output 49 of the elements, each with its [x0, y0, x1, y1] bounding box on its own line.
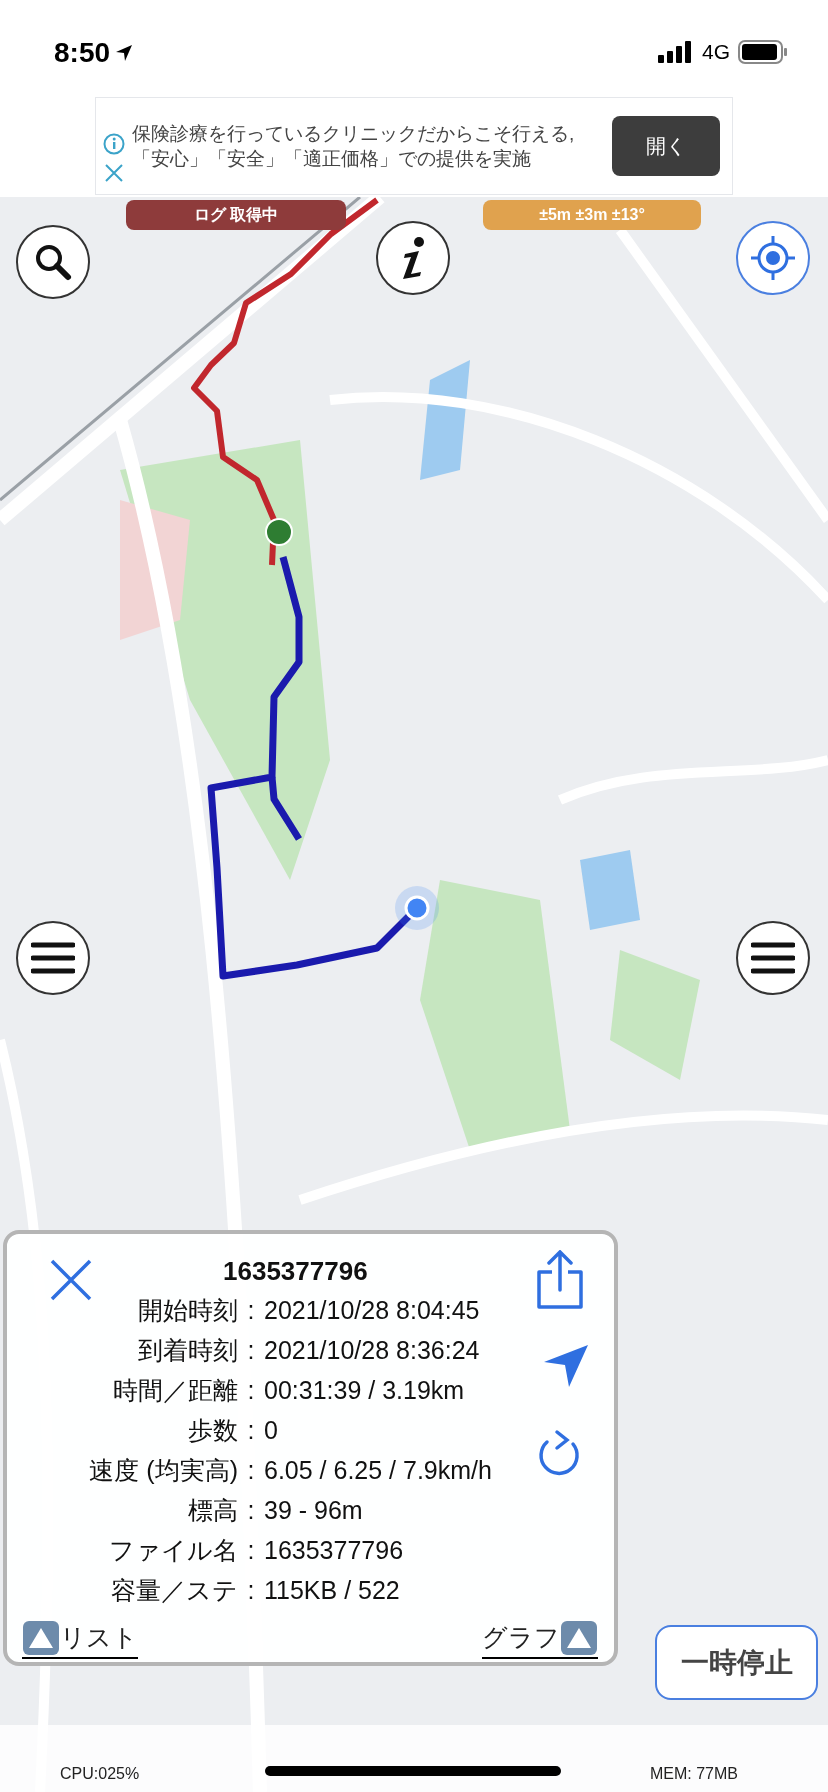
- field-value: 0: [264, 1415, 278, 1446]
- network-label: 4G: [702, 39, 730, 65]
- field-label: 容量／ステ: [110, 1575, 238, 1606]
- close-icon[interactable]: [104, 163, 124, 183]
- field-label: 速度 (均実高): [88, 1455, 238, 1486]
- field-label: ファイル名: [108, 1535, 238, 1566]
- cpu-usage: CPU:025%: [60, 1764, 140, 1784]
- separator: :: [246, 1575, 256, 1606]
- navigation-arrow-icon[interactable]: [543, 1344, 589, 1388]
- location-arrow-icon: [114, 43, 135, 63]
- separator: :: [246, 1295, 256, 1326]
- current-location-dot: [395, 886, 439, 930]
- accuracy-badge: ±5m ±3m ±13°: [483, 200, 701, 230]
- battery-icon: [738, 39, 788, 64]
- log-status-badge: ログ 取得中: [126, 200, 346, 230]
- share-icon[interactable]: [535, 1250, 585, 1310]
- field-value: 00:31:39 / 3.19km: [264, 1375, 465, 1406]
- crosshair-icon: [749, 234, 797, 282]
- menu-icon: [31, 941, 75, 975]
- track-title: 1635377796: [223, 1255, 368, 1288]
- field-value: 39 - 96m: [264, 1495, 363, 1526]
- signal-icon: [658, 40, 694, 63]
- info-icon[interactable]: [103, 133, 125, 155]
- field-label: 歩数: [187, 1415, 238, 1446]
- memory-usage: MEM: 77MB: [650, 1764, 738, 1784]
- status-time: 8:50: [54, 36, 111, 70]
- ad-text: 保険診療を行っているクリニックだからこそ行える,「安心」「安全」「適正価格」での提供を実施: [132, 122, 576, 171]
- separator: :: [246, 1535, 256, 1566]
- separator: :: [246, 1415, 256, 1446]
- field-value: 115KB / 522: [264, 1575, 400, 1606]
- field-value: 2021/10/28 8:04:45: [264, 1295, 480, 1326]
- separator: :: [246, 1335, 256, 1366]
- field-value: 1635377796: [264, 1535, 404, 1566]
- separator: :: [246, 1495, 256, 1526]
- menu-icon: [751, 941, 795, 975]
- separator: :: [246, 1375, 256, 1406]
- pause-button[interactable]: 一時停止: [655, 1625, 818, 1700]
- open-button[interactable]: 開く: [612, 116, 720, 176]
- field-label: 到着時刻: [137, 1335, 238, 1366]
- search-icon: [33, 242, 73, 282]
- field-value: 2021/10/28 8:36:24: [264, 1335, 480, 1366]
- close-icon[interactable]: [49, 1258, 93, 1302]
- list-link[interactable]: リスト: [22, 1619, 138, 1659]
- field-label: 時間／距離: [112, 1375, 238, 1406]
- graph-link[interactable]: グラフ: [482, 1619, 598, 1659]
- separator: :: [246, 1455, 256, 1486]
- field-label: 開始時刻: [137, 1295, 238, 1326]
- field-label: 標高: [187, 1495, 238, 1526]
- field-value: 6.05 / 6.25 / 7.9km/h: [264, 1455, 492, 1486]
